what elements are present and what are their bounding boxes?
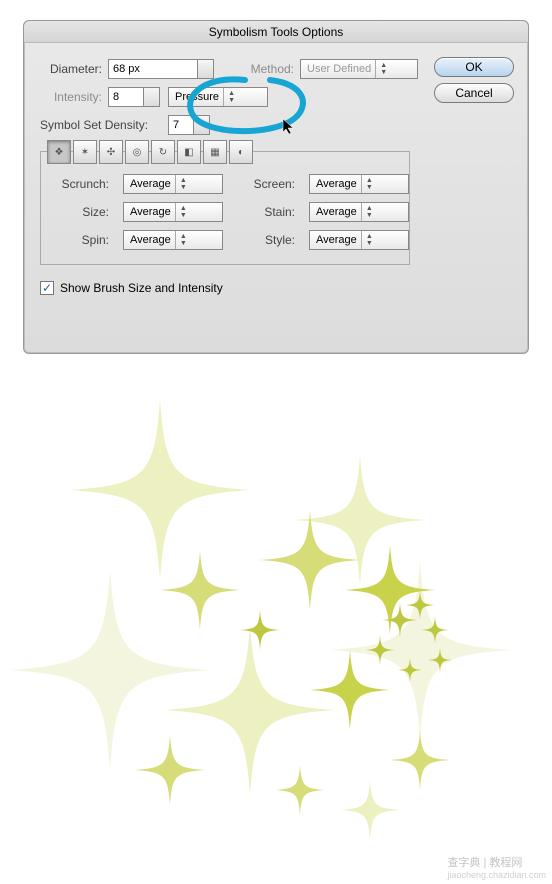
diameter-input[interactable] xyxy=(108,59,198,79)
sparkle-artwork xyxy=(0,370,552,870)
size-label: Size: xyxy=(55,205,109,219)
sprayer-tool[interactable]: ❖ xyxy=(47,140,71,164)
intensity-mode-value: Pressure xyxy=(175,91,219,103)
screen-value: Average xyxy=(316,178,357,190)
stepper-arrows-icon[interactable] xyxy=(144,87,160,107)
stepper-arrows-icon[interactable] xyxy=(194,115,210,135)
cancel-button[interactable]: Cancel xyxy=(434,83,514,103)
screener-tool[interactable]: ▦ xyxy=(203,140,227,164)
stain-dropdown[interactable]: Average ▲▼ xyxy=(309,202,409,222)
updown-icon: ▲▼ xyxy=(175,203,191,221)
spin-label: Spin: xyxy=(55,233,109,247)
style-label: Style: xyxy=(241,233,295,247)
tool-settings-group: ❖✶✣◎↻◧▦◐ Scrunch: Average▲▼ Screen: Aver… xyxy=(40,151,410,265)
watermark-main: 查字典 | 教程网 xyxy=(447,857,522,869)
size-dropdown[interactable]: Average ▲▼ xyxy=(123,202,223,222)
sizer-tool[interactable]: ◎ xyxy=(125,140,149,164)
show-brush-checkbox[interactable]: ✓ xyxy=(40,281,54,295)
density-input[interactable] xyxy=(168,115,194,135)
stain-label: Stain: xyxy=(241,205,295,219)
scrunch-label: Scrunch: xyxy=(55,177,109,191)
intensity-mode-dropdown[interactable]: Pressure ▲▼ xyxy=(168,87,268,107)
method-label: Method: xyxy=(224,62,294,76)
watermark-sub: jiaocheng.chazidian.com xyxy=(447,870,546,880)
symbolism-tools-dialog: Symbolism Tools Options OK Cancel Diamet… xyxy=(23,20,529,354)
stain-value: Average xyxy=(316,206,357,218)
diameter-stepper[interactable] xyxy=(108,59,214,79)
size-value: Average xyxy=(130,206,171,218)
shifter-tool[interactable]: ✶ xyxy=(73,140,97,164)
scrunch-value: Average xyxy=(130,178,171,190)
watermark: 查字典 | 教程网 jiaocheng.chazidian.com xyxy=(447,854,546,880)
updown-icon: ▲▼ xyxy=(175,231,191,249)
density-stepper[interactable] xyxy=(168,115,210,135)
updown-icon: ▲▼ xyxy=(361,175,377,193)
spin-dropdown[interactable]: Average ▲▼ xyxy=(123,230,223,250)
updown-icon: ▲▼ xyxy=(361,231,377,249)
styler-tool[interactable]: ◐ xyxy=(229,140,253,164)
density-label: Symbol Set Density: xyxy=(40,118,162,132)
spinner-tool[interactable]: ↻ xyxy=(151,140,175,164)
diameter-label: Diameter: xyxy=(40,62,102,76)
method-dropdown[interactable]: User Defined ▲▼ xyxy=(300,59,418,79)
screen-label: Screen: xyxy=(241,177,295,191)
updown-icon: ▲▼ xyxy=(375,60,391,78)
updown-icon: ▲▼ xyxy=(361,203,377,221)
method-value: User Defined xyxy=(307,63,371,75)
ok-button[interactable]: OK xyxy=(434,57,514,77)
intensity-label: Intensity: xyxy=(40,90,102,104)
stainer-tool[interactable]: ◧ xyxy=(177,140,201,164)
updown-icon: ▲▼ xyxy=(223,88,239,106)
dialog-title: Symbolism Tools Options xyxy=(24,21,528,43)
show-brush-label: Show Brush Size and Intensity xyxy=(60,281,223,295)
updown-icon: ▲▼ xyxy=(175,175,191,193)
stepper-arrows-icon[interactable] xyxy=(198,59,214,79)
style-value: Average xyxy=(316,234,357,246)
style-dropdown[interactable]: Average ▲▼ xyxy=(309,230,409,250)
spin-value: Average xyxy=(130,234,171,246)
intensity-input[interactable] xyxy=(108,87,144,107)
intensity-stepper[interactable] xyxy=(108,87,160,107)
scrunch-dropdown[interactable]: Average ▲▼ xyxy=(123,174,223,194)
screen-dropdown[interactable]: Average ▲▼ xyxy=(309,174,409,194)
scruncher-tool[interactable]: ✣ xyxy=(99,140,123,164)
